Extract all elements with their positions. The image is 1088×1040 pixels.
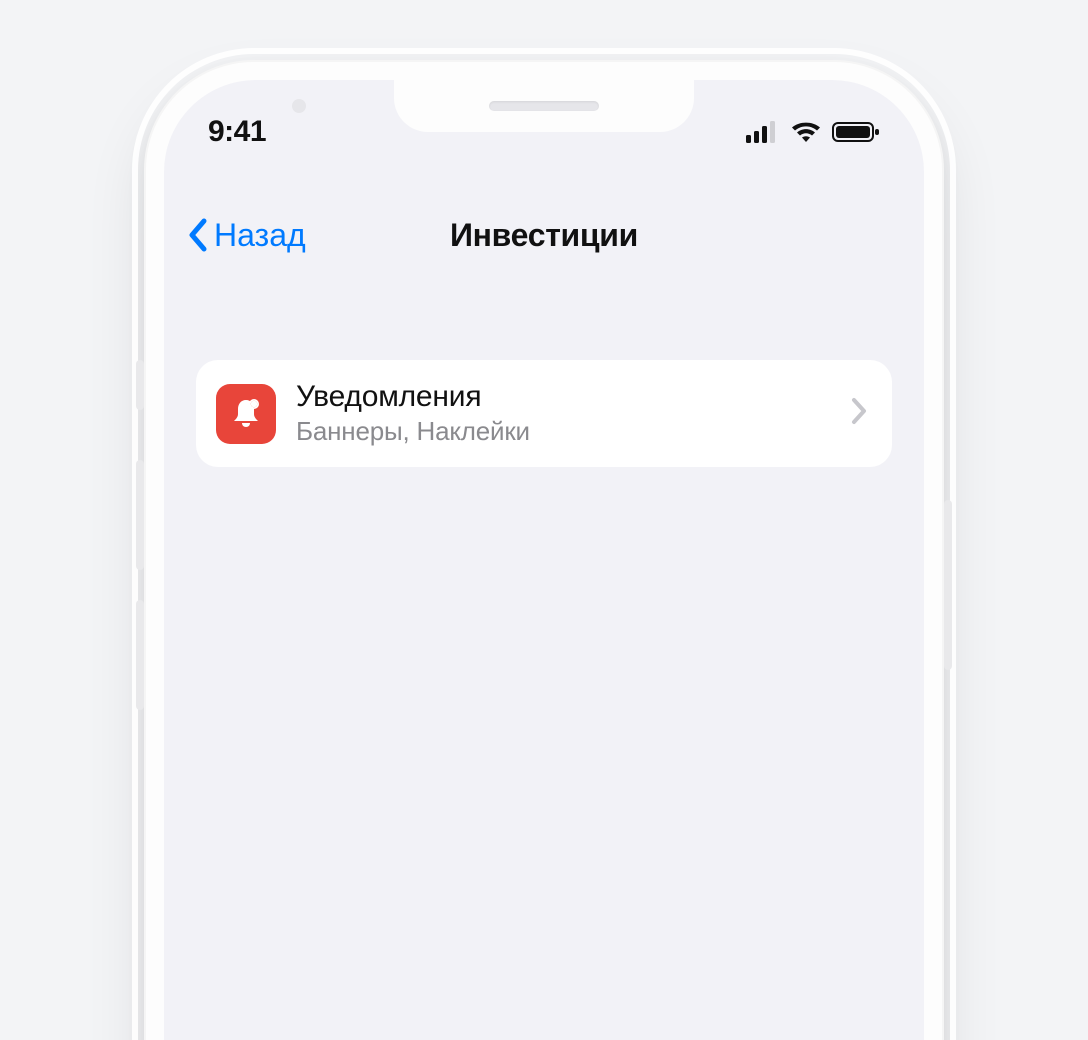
content: Уведомления Баннеры, Наклейки xyxy=(196,360,892,467)
row-subtitle: Баннеры, Наклейки xyxy=(296,416,830,447)
battery-icon xyxy=(832,121,880,143)
cellular-icon xyxy=(746,121,780,143)
settings-group: Уведомления Баннеры, Наклейки xyxy=(196,360,892,467)
bell-icon xyxy=(216,384,276,444)
front-camera xyxy=(292,99,306,113)
chevron-left-icon xyxy=(186,217,210,253)
status-time: 9:41 xyxy=(208,115,266,149)
chevron-right-icon xyxy=(850,396,868,431)
back-button[interactable]: Назад xyxy=(186,217,306,254)
back-label: Назад xyxy=(214,217,306,254)
wifi-icon xyxy=(790,121,822,143)
speaker-grille xyxy=(489,101,599,111)
row-text: Уведомления Баннеры, Наклейки xyxy=(296,380,830,447)
canvas: 9:41 xyxy=(0,0,1088,1040)
screen: 9:41 xyxy=(164,80,924,1040)
notifications-row[interactable]: Уведомления Баннеры, Наклейки xyxy=(196,360,892,467)
row-title: Уведомления xyxy=(296,380,830,414)
status-indicators xyxy=(746,121,880,143)
mute-switch xyxy=(136,360,144,410)
volume-down-button xyxy=(136,600,144,710)
phone-frame: 9:41 xyxy=(144,60,944,1040)
volume-up-button xyxy=(136,460,144,570)
nav-bar: Назад Инвестиции xyxy=(164,200,924,270)
power-button xyxy=(944,500,952,670)
notch xyxy=(394,80,694,132)
